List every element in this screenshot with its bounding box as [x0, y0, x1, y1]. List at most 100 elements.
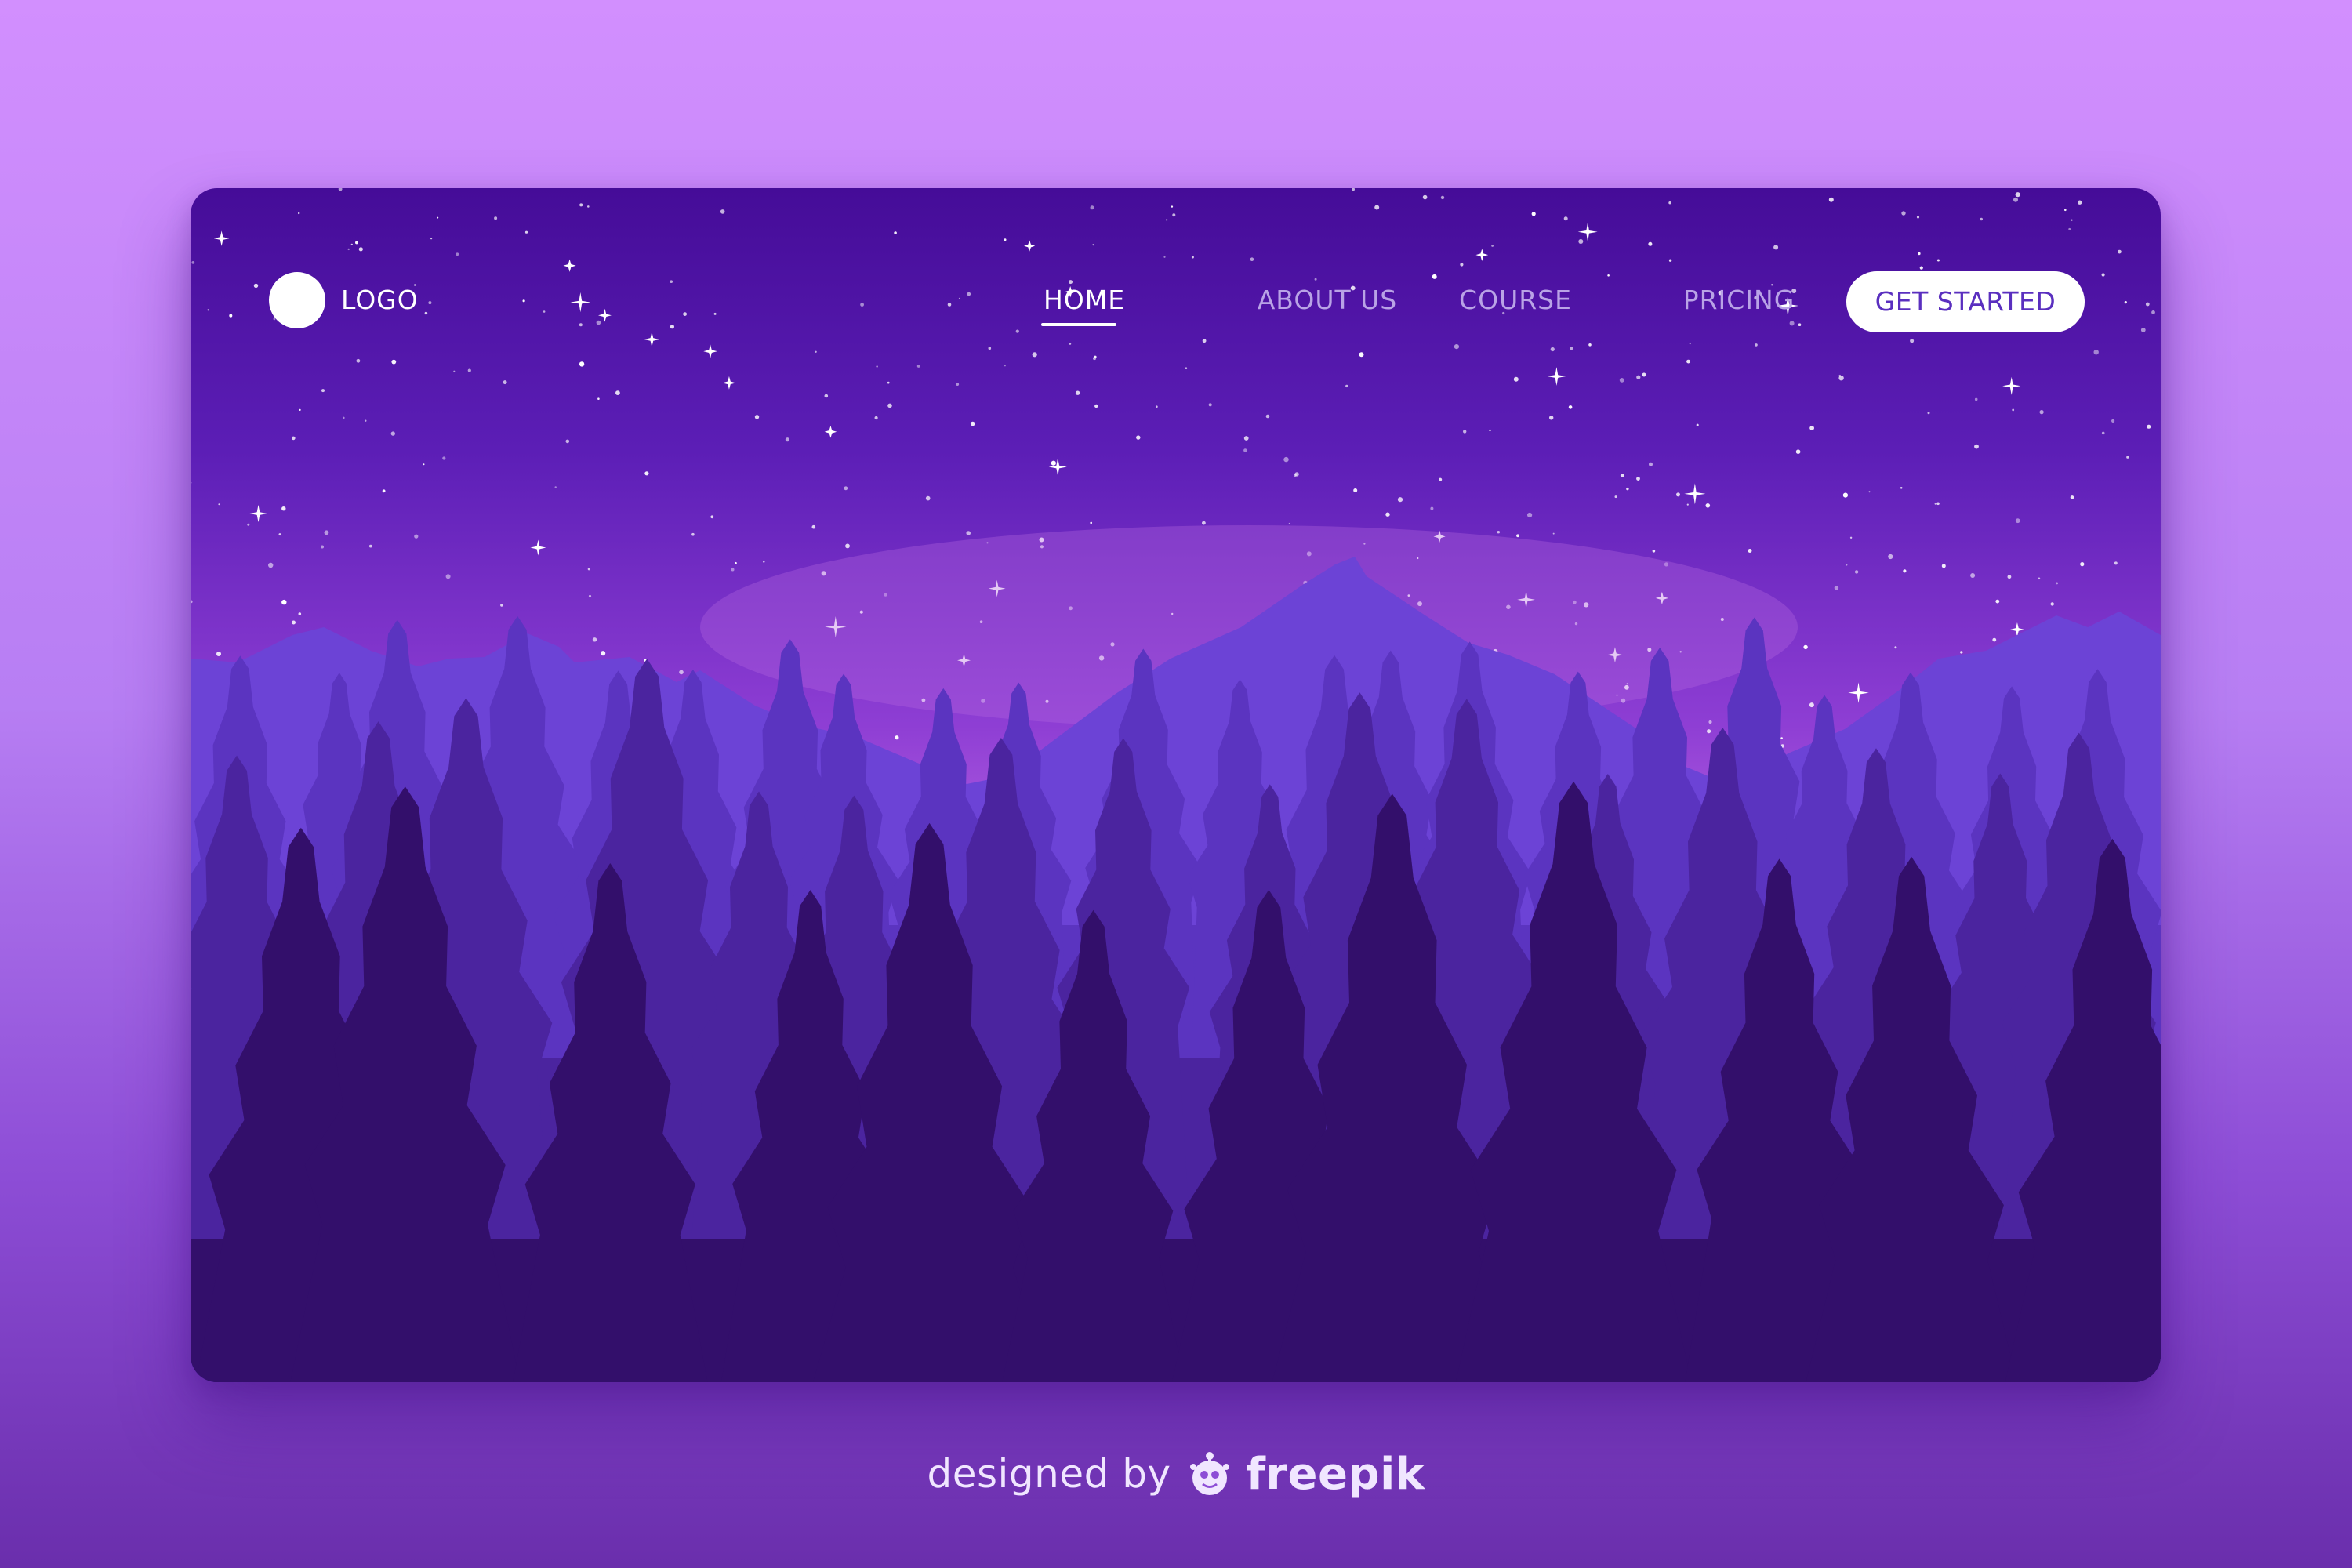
- star: [1894, 646, 1897, 649]
- nav-home-link[interactable]: HOME: [1037, 282, 1131, 318]
- star: [947, 303, 952, 307]
- logo-text[interactable]: LOGO: [341, 282, 419, 318]
- star: [428, 301, 432, 305]
- star: [956, 383, 960, 386]
- star: [494, 216, 498, 220]
- star: [456, 252, 459, 256]
- star: [1668, 201, 1671, 205]
- star: [298, 612, 302, 615]
- star: [1550, 347, 1555, 352]
- star: [321, 389, 325, 393]
- star: [324, 530, 329, 535]
- star: [2126, 456, 2129, 459]
- star: [391, 359, 397, 365]
- star: [2151, 310, 2155, 314]
- sparkle-star: [249, 504, 267, 523]
- star: [2145, 302, 2150, 307]
- star: [679, 670, 684, 675]
- star: [1432, 274, 1437, 279]
- star: [390, 431, 395, 436]
- star: [2140, 328, 2146, 332]
- freepik-logo-icon: [1189, 1452, 1229, 1495]
- star: [1995, 599, 2000, 604]
- star: [423, 463, 425, 466]
- landing-page-card: LOGO HOME ABOUT US COURSE PRICING GET ST…: [191, 188, 2161, 1382]
- star: [1619, 378, 1624, 383]
- star: [1075, 390, 1080, 395]
- star: [720, 209, 725, 214]
- hero-landscape: [191, 188, 2161, 1382]
- star: [1294, 472, 1299, 477]
- sparkle-star: [703, 344, 717, 358]
- star: [874, 416, 878, 420]
- star: [424, 311, 428, 315]
- star: [1828, 197, 1834, 202]
- star: [1614, 495, 1617, 499]
- get-started-button[interactable]: GET STARTED: [1846, 271, 2085, 332]
- star: [710, 515, 714, 519]
- star: [1780, 737, 1783, 739]
- star: [1803, 644, 1808, 650]
- star: [1172, 213, 1176, 217]
- star: [565, 439, 570, 444]
- star: [414, 534, 419, 539]
- star: [691, 532, 695, 536]
- star: [1094, 404, 1098, 408]
- sparkle-star: [722, 376, 736, 390]
- sparkle-star: [824, 425, 837, 438]
- star: [1960, 651, 1963, 654]
- logo-circle[interactable]: [269, 272, 325, 328]
- sparkle-star: [1024, 240, 1036, 252]
- star: [2080, 562, 2085, 567]
- star: [2012, 408, 2015, 412]
- star: [1430, 506, 1434, 510]
- star: [1004, 238, 1007, 241]
- sparkle-star: [1547, 367, 1566, 386]
- star: [1439, 477, 1443, 481]
- nav-course-link[interactable]: COURSE: [1453, 282, 1578, 318]
- star: [754, 415, 760, 419]
- nav-pricing-link[interactable]: PRICING: [1676, 282, 1802, 318]
- star: [1919, 266, 1923, 270]
- star: [1191, 256, 1194, 259]
- star: [587, 205, 590, 208]
- nav-about-link[interactable]: ABOUT US: [1233, 282, 1421, 318]
- star: [2070, 495, 2074, 499]
- star: [1359, 352, 1364, 358]
- star: [1015, 329, 1019, 333]
- star: [615, 390, 620, 395]
- star: [1900, 487, 1903, 489]
- star: [1636, 375, 1641, 379]
- star: [966, 531, 971, 535]
- star: [844, 486, 848, 491]
- star: [191, 261, 195, 264]
- star: [1265, 414, 1270, 419]
- star: [2118, 249, 2122, 254]
- star: [1491, 245, 1494, 247]
- star: [1489, 429, 1491, 432]
- star: [1789, 321, 1795, 326]
- star: [543, 310, 546, 313]
- star: [785, 437, 790, 442]
- star: [1636, 477, 1640, 481]
- star: [1970, 573, 1976, 578]
- star: [1748, 549, 1752, 553]
- star: [1936, 502, 1940, 506]
- star: [442, 456, 446, 460]
- star: [1980, 217, 1983, 221]
- star: [1531, 212, 1536, 216]
- star: [2015, 192, 2020, 198]
- star: [1243, 436, 1249, 441]
- star: [970, 421, 975, 426]
- star: [1868, 491, 1871, 493]
- star: [811, 524, 816, 529]
- star: [1846, 564, 1848, 566]
- sparkle-star: [530, 539, 546, 556]
- star: [2050, 602, 2054, 606]
- star: [368, 544, 372, 548]
- star: [579, 323, 583, 327]
- star: [207, 309, 209, 311]
- star: [2124, 301, 2127, 304]
- star: [1353, 488, 1358, 492]
- sparkle-star: [1577, 222, 1598, 242]
